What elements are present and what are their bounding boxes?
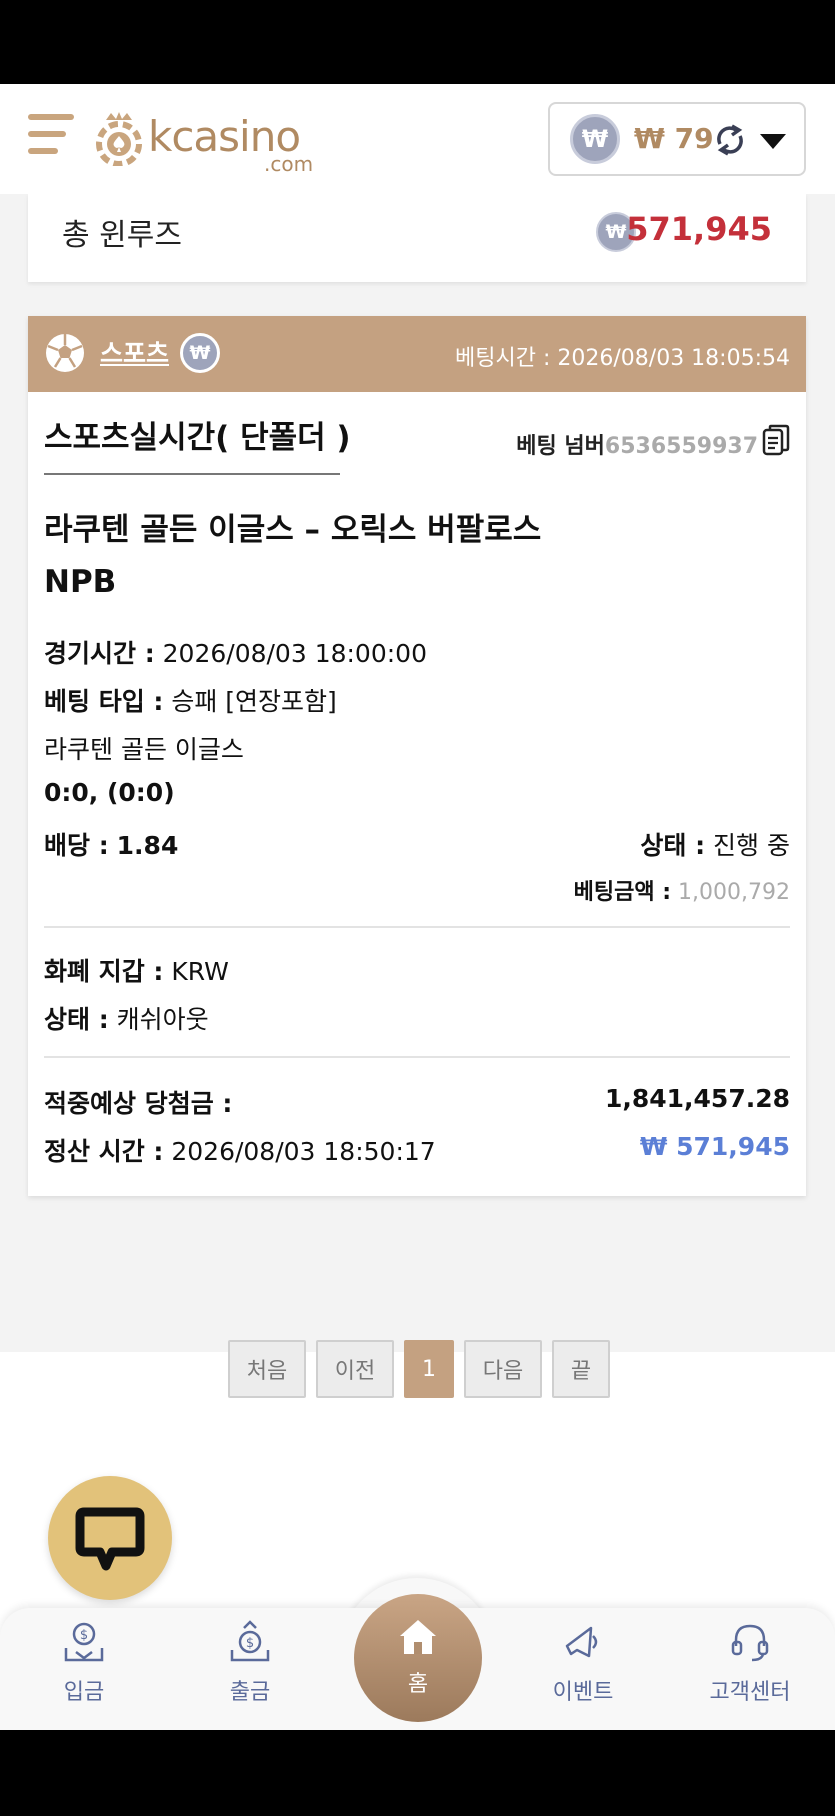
- page-prev-button[interactable]: 이전: [316, 1340, 394, 1398]
- status-value: 진행 중: [713, 831, 790, 860]
- odds-value: 1.84: [116, 831, 179, 860]
- nav-event[interactable]: 이벤트: [523, 1620, 643, 1706]
- refresh-icon[interactable]: [710, 120, 750, 160]
- won-icon: ₩: [570, 114, 620, 164]
- page-first-button[interactable]: 처음: [228, 1340, 306, 1398]
- status-row: 상태 : 진행 중: [640, 826, 790, 862]
- app-screen: kcasino .com ₩ ₩ 79 총 윈루즈 ₩ 571,945 스포츠 …: [0, 84, 835, 1730]
- amount-value: 1,000,792: [678, 880, 790, 905]
- chevron-down-icon[interactable]: [760, 134, 786, 149]
- nav-withdraw-label: 출금: [229, 1680, 271, 1705]
- nav-home-label: 홈: [407, 1672, 429, 1697]
- chat-icon: [75, 1507, 145, 1571]
- match-title: 라쿠텐 골든 이글스 – 오릭스 버팔로스: [44, 512, 542, 548]
- game-time-row: 경기시간 : 2026/08/03 18:00:00: [44, 634, 427, 670]
- winlose-summary: 총 윈루즈 ₩ 571,945: [28, 194, 806, 282]
- page-current-button[interactable]: 1: [404, 1340, 454, 1398]
- logo[interactable]: kcasino .com: [94, 108, 334, 176]
- nav-support-label: 고객센터: [709, 1680, 791, 1705]
- bet-number-value: 6536559937: [604, 434, 758, 459]
- won-icon: ₩: [180, 333, 220, 373]
- withdraw-icon: $: [230, 1620, 270, 1662]
- expected-value: 1,841,457.28: [604, 1084, 790, 1113]
- status-label: 상태 :: [640, 831, 706, 860]
- page-next-button[interactable]: 다음: [464, 1340, 542, 1398]
- wallet-row: 화폐 지갑 : KRW: [44, 952, 229, 988]
- settle-row: 정산 시간 : 2026/08/03 18:50:17: [44, 1132, 436, 1168]
- summary-label: 총 윈루즈: [62, 218, 182, 253]
- content-area: 총 윈루즈 ₩ 571,945 스포츠 ₩ 베팅시간 : 2026/08/03 …: [0, 194, 835, 1352]
- bet-type-value: 승패 [연장포함]: [171, 687, 337, 716]
- nav-withdraw[interactable]: $ 출금: [190, 1620, 310, 1706]
- bet-title: 스포츠실시간( 단폴더 ): [44, 412, 351, 475]
- bet-number-label: 베팅 넘버: [516, 434, 605, 459]
- nav-deposit[interactable]: $ 입금: [24, 1620, 144, 1706]
- bet-time: 베팅시간 : 2026/08/03 18:05:54: [455, 346, 790, 371]
- menu-icon[interactable]: [28, 114, 74, 160]
- amount-label: 베팅금액 :: [573, 880, 672, 905]
- chat-button[interactable]: [48, 1476, 172, 1600]
- score-text: 0:0, (0:0): [44, 778, 175, 807]
- divider: [44, 926, 790, 928]
- nav-support[interactable]: 고객센터: [690, 1620, 810, 1706]
- megaphone-icon: [565, 1626, 598, 1658]
- soccer-ball-icon: [46, 334, 84, 372]
- settle-time: 2026/08/03 18:50:17: [171, 1137, 436, 1166]
- nav-home[interactable]: 홈: [354, 1594, 482, 1722]
- state-label: 상태 :: [44, 1005, 109, 1034]
- payout-value: ₩ 571,945: [639, 1132, 790, 1161]
- pick-text: 라쿠텐 골든 이글스: [44, 735, 244, 764]
- logo-suffix: .com: [264, 152, 314, 176]
- nav-deposit-label: 입금: [63, 1680, 105, 1705]
- category-link[interactable]: 스포츠: [100, 334, 169, 370]
- settle-label: 정산 시간 :: [44, 1137, 164, 1166]
- bet-number: 베팅 넘버6536559937: [516, 428, 758, 460]
- wallet-label: 화폐 지갑 :: [44, 957, 164, 986]
- state-value: 캐쉬아웃: [116, 1005, 209, 1034]
- bet-type-row: 베팅 타입 : 승패 [연장포함]: [44, 682, 337, 718]
- svg-text:$: $: [80, 1628, 88, 1643]
- expected-label: 적중예상 당첨금 :: [44, 1089, 233, 1118]
- balance-value: ₩ 79: [634, 122, 714, 155]
- top-header: kcasino .com ₩ ₩ 79: [0, 84, 835, 194]
- pagination: 처음 이전 1 다음 끝: [228, 1340, 610, 1398]
- deposit-icon: $: [64, 1622, 104, 1662]
- game-time-label: 경기시간 :: [44, 639, 155, 668]
- odds-row: 배당 : 1.84: [44, 826, 178, 862]
- page-last-button[interactable]: 끝: [552, 1340, 610, 1398]
- poker-chip-logo-icon: [96, 112, 142, 166]
- bet-card: 스포츠 ₩ 베팅시간 : 2026/08/03 18:05:54 스포츠실시간(…: [28, 316, 806, 1196]
- balance-dropdown[interactable]: ₩ ₩ 79: [548, 102, 806, 176]
- odds-label: 배당 :: [44, 831, 109, 860]
- nav-event-label: 이벤트: [552, 1680, 614, 1705]
- svg-text:$: $: [246, 1636, 254, 1651]
- copy-icon[interactable]: [762, 424, 790, 456]
- headset-icon: [731, 1624, 769, 1662]
- game-time-value: 2026/08/03 18:00:00: [162, 639, 427, 668]
- league-name: NPB: [44, 564, 117, 600]
- bet-card-header: 스포츠 ₩ 베팅시간 : 2026/08/03 18:05:54: [28, 316, 806, 392]
- summary-value: 571,945: [626, 210, 772, 248]
- wallet-value: KRW: [171, 957, 229, 986]
- amount-row: 베팅금액 : 1,000,792: [574, 874, 790, 906]
- bet-type-label: 베팅 타입 :: [44, 687, 164, 716]
- home-icon: [400, 1620, 436, 1654]
- divider: [44, 1056, 790, 1058]
- state-row: 상태 : 캐쉬아웃: [44, 1000, 209, 1036]
